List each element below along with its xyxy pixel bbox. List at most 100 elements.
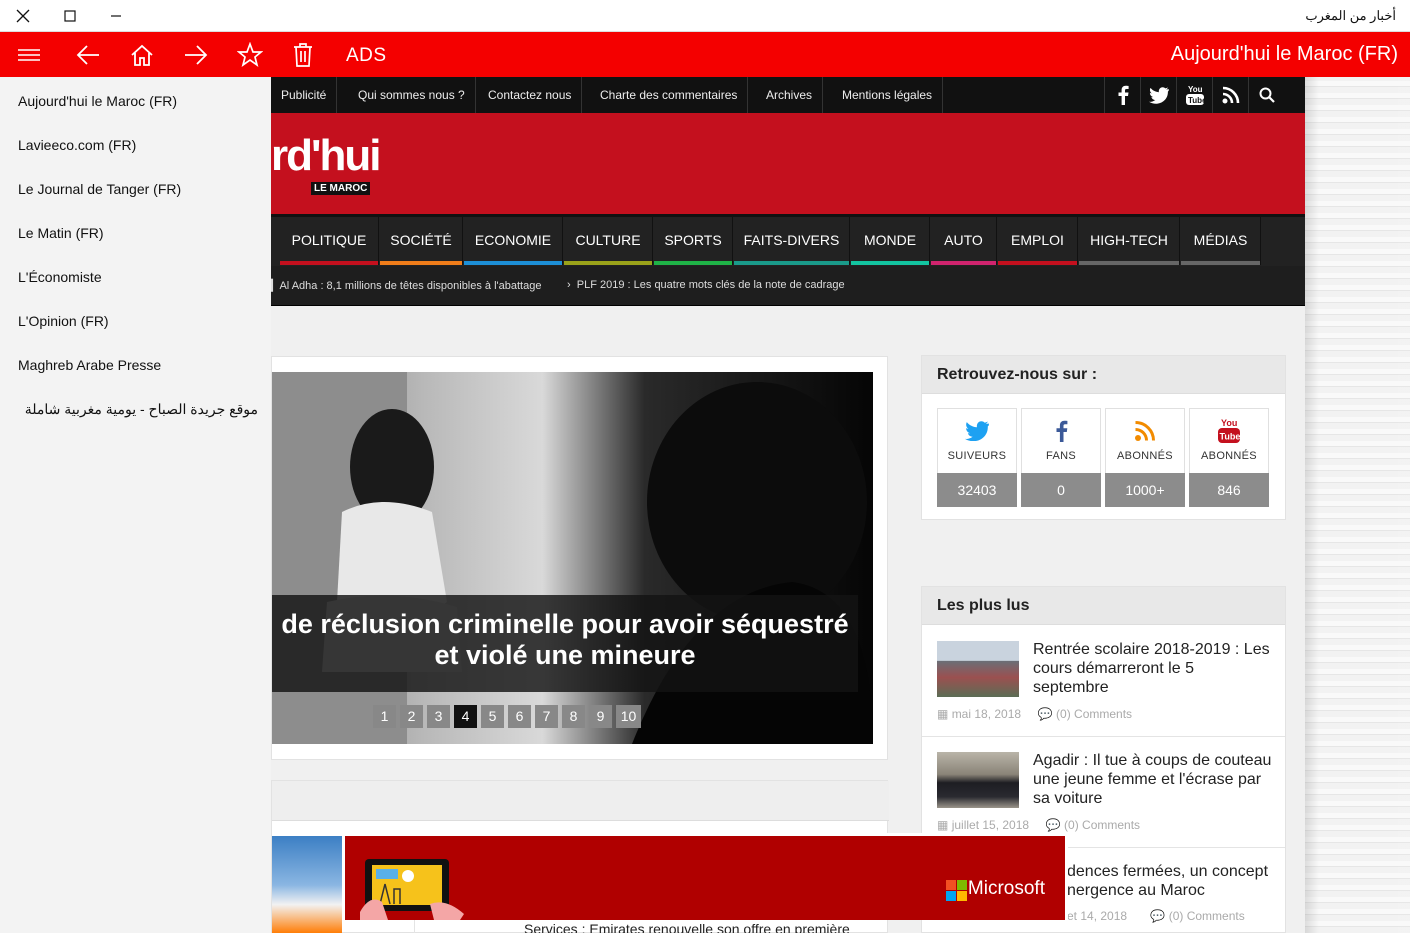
- topnav-mentions[interactable]: Mentions légales: [832, 77, 944, 113]
- forward-button[interactable]: [169, 32, 223, 77]
- most-read-comments[interactable]: (0) Comments: [1064, 818, 1140, 832]
- follow-youtube[interactable]: You Tube ABONNÉS 846: [1189, 408, 1269, 507]
- ad-banner[interactable]: Microsoft: [342, 833, 1068, 920]
- back-button[interactable]: [61, 32, 115, 77]
- topnav-charte[interactable]: Charte des commentaires: [590, 77, 749, 113]
- slide-page-4[interactable]: 4: [454, 705, 477, 728]
- facebook-icon: [1056, 420, 1067, 442]
- facebook-icon: [1118, 85, 1129, 105]
- slide-page-3[interactable]: 3: [427, 705, 450, 728]
- delete-button[interactable]: [276, 32, 330, 77]
- cat-culture[interactable]: CULTURE: [564, 217, 653, 265]
- most-read-thumb[interactable]: [937, 641, 1019, 697]
- most-read-headline[interactable]: Agadir : Il tue à coups de couteau une j…: [1033, 751, 1273, 808]
- slide-page-1[interactable]: 1: [373, 705, 396, 728]
- slide-page-6[interactable]: 6: [508, 705, 531, 728]
- cat-emploi[interactable]: EMPLOI: [998, 217, 1078, 265]
- close-icon: [16, 9, 30, 23]
- site-top-nav: Publicité Qui sommes nous ? Contactez no…: [271, 77, 1305, 113]
- topnav-archives[interactable]: Archives: [756, 77, 824, 113]
- cat-high-tech[interactable]: HIGH-TECH: [1079, 217, 1180, 265]
- most-read-item[interactable]: Rentrée scolaire 2018-2019 : Les cours d…: [922, 626, 1285, 737]
- most-read-headline[interactable]: dences fermées, un concept nergence au M…: [1067, 862, 1277, 900]
- follow-facebook-label: FANS: [1046, 450, 1076, 462]
- sidebar-item-map[interactable]: Maghreb Arabe Presse: [18, 357, 263, 373]
- slide-page-9[interactable]: 9: [589, 705, 612, 728]
- most-read-comments[interactable]: (0) Comments: [1056, 707, 1132, 721]
- ticker-item-2[interactable]: › PLF 2019 : Les quatre mots clés de la …: [567, 279, 845, 291]
- maximize-window-button[interactable]: [47, 0, 93, 32]
- cat-politique[interactable]: POLITIQUE: [280, 217, 379, 265]
- follow-twitter[interactable]: SUIVEURS 32403: [937, 408, 1017, 507]
- most-read-thumb[interactable]: [937, 752, 1019, 808]
- slide-page-8[interactable]: 8: [562, 705, 585, 728]
- cat-sports[interactable]: SPORTS: [654, 217, 733, 265]
- sidebar-item-opinion[interactable]: L'Opinion (FR): [18, 313, 263, 329]
- sidebar-item-lavieeco[interactable]: Lavieeco.com (FR): [18, 137, 263, 153]
- ticker-item-1[interactable]: ▎Al Adha : 8,1 millions de têtes disponi…: [271, 279, 541, 292]
- topnav-publicite[interactable]: Publicité: [271, 77, 338, 113]
- sidebar-item-journal-tanger[interactable]: Le Journal de Tanger (FR): [18, 181, 263, 197]
- rss-link[interactable]: [1212, 77, 1248, 113]
- svg-text:Tube: Tube: [1220, 432, 1241, 442]
- slide-page-2[interactable]: 2: [400, 705, 423, 728]
- site-search-button[interactable]: [1248, 77, 1284, 113]
- follow-facebook[interactable]: FANS 0: [1021, 408, 1101, 507]
- most-read-item[interactable]: Agadir : Il tue à coups de couteau une j…: [922, 737, 1285, 848]
- trash-icon: [294, 42, 312, 67]
- sidebar-item-assabah[interactable]: موقع جريدة الصباح - يومية مغربية شاملة: [18, 401, 258, 418]
- sidebar-item-aujourdhui[interactable]: Aujourd'hui le Maroc (FR): [18, 93, 263, 109]
- site-logo[interactable]: rd'hui: [271, 131, 381, 181]
- window-title: أخبار من المغرب: [1305, 8, 1396, 23]
- category-nav: POLITIQUE SOCIÉTÉ ECONOMIE CULTURE SPORT…: [271, 214, 1305, 266]
- calendar-icon: ▦: [937, 818, 949, 832]
- slide-page-5[interactable]: 5: [481, 705, 504, 728]
- microsoft-logo-icon: [946, 880, 967, 901]
- news-ticker: ▎Al Adha : 8,1 millions de têtes disponi…: [271, 266, 1305, 306]
- sidebar-item-economiste[interactable]: L'Économiste: [18, 269, 263, 285]
- minimize-icon: [111, 15, 121, 17]
- cat-medias[interactable]: MÉDIAS: [1181, 217, 1261, 265]
- cat-economie[interactable]: ECONOMIE: [464, 217, 563, 265]
- slide-page-10[interactable]: 10: [616, 705, 641, 728]
- home-button[interactable]: [115, 32, 169, 77]
- window-titlebar: أخبار من المغرب: [0, 0, 1410, 32]
- ad-tablet-illustration: [360, 859, 464, 920]
- follow-us-title: Retrouvez-nous sur :: [922, 356, 1285, 394]
- news-headline[interactable]: Services : Emirates renouvelle son offre…: [524, 921, 850, 933]
- cat-monde[interactable]: MONDE: [851, 217, 930, 265]
- most-read-comments[interactable]: (0) Comments: [1169, 909, 1245, 923]
- newspaper-background: [1305, 77, 1410, 933]
- facebook-link[interactable]: [1104, 77, 1140, 113]
- ads-label[interactable]: ADS: [346, 45, 387, 67]
- maximize-icon: [64, 10, 76, 22]
- cat-auto[interactable]: AUTO: [931, 217, 997, 265]
- minimize-window-button[interactable]: [93, 0, 139, 32]
- slide-caption[interactable]: de réclusion criminelle pour avoir séque…: [272, 595, 858, 692]
- app-toolbar: ADS Aujourd'hui le Maroc (FR): [0, 32, 1410, 77]
- slide-caption-line1: de réclusion criminelle pour avoir séque…: [281, 609, 849, 639]
- favorite-button[interactable]: [223, 32, 277, 77]
- youtube-link[interactable]: You Tube: [1176, 77, 1212, 113]
- most-read-headline[interactable]: Rentrée scolaire 2018-2019 : Les cours d…: [1033, 640, 1273, 697]
- twitter-icon: [1148, 86, 1169, 104]
- svg-text:Tube: Tube: [1188, 96, 1205, 105]
- rss-icon: [1222, 86, 1239, 104]
- topnav-qui-sommes-nous[interactable]: Qui sommes nous ?: [348, 77, 476, 113]
- menu-button[interactable]: [2, 32, 56, 77]
- news-box-header: [272, 781, 889, 821]
- close-window-button[interactable]: [0, 0, 46, 32]
- sidebar-item-le-matin[interactable]: Le Matin (FR): [18, 225, 263, 241]
- topnav-contact[interactable]: Contactez nous: [478, 77, 583, 113]
- cat-societe[interactable]: SOCIÉTÉ: [380, 217, 463, 265]
- follow-youtube-count: 846: [1189, 473, 1269, 507]
- follow-rss[interactable]: ABONNÉS 1000+: [1105, 408, 1185, 507]
- news-thumb-airline[interactable]: [272, 836, 342, 933]
- slide-page-7[interactable]: 7: [535, 705, 558, 728]
- most-read-date: mai 18, 2018: [951, 707, 1022, 721]
- slide-caption-line2: et violé une mineure: [434, 640, 696, 670]
- most-read-meta: ▦ mai 18, 2018 💬 (0) Comments: [937, 707, 1132, 721]
- cat-faits-divers[interactable]: FAITS-DIVERS: [734, 217, 850, 265]
- twitter-link[interactable]: [1140, 77, 1176, 113]
- most-read-date: et 14, 2018: [1067, 909, 1128, 923]
